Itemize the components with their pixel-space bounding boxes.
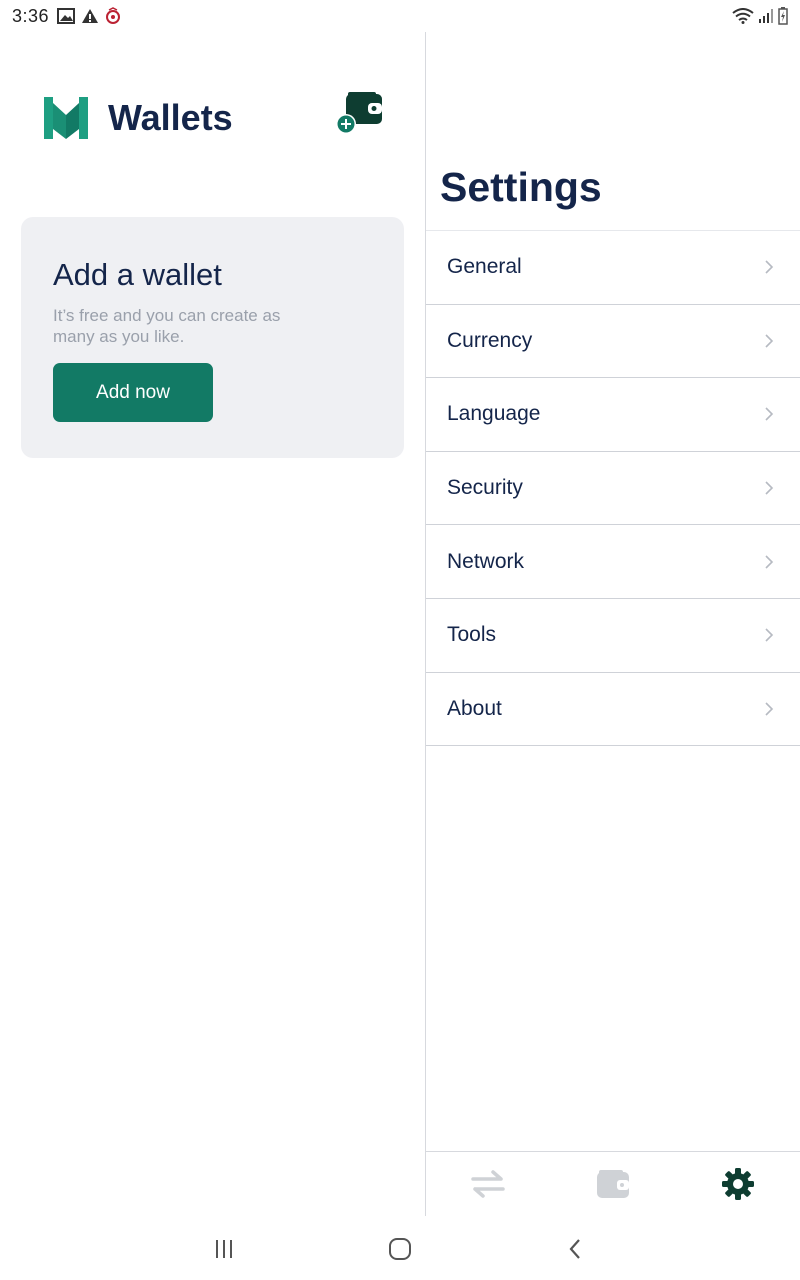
warning-icon	[82, 9, 99, 23]
settings-pane: Settings General Currency Language Secur…	[426, 32, 800, 1216]
wallet-add-icon	[336, 92, 382, 134]
recent-apps-button[interactable]	[209, 1236, 239, 1262]
settings-list: General Currency Language Security Netwo…	[426, 230, 800, 747]
signal-icon	[759, 9, 773, 23]
home-button[interactable]	[385, 1236, 415, 1262]
status-time: 3:36	[12, 5, 50, 26]
status-bar: 3:36	[0, 0, 800, 32]
home-icon	[389, 1238, 411, 1260]
transfer-arrows-icon	[471, 1170, 506, 1198]
back-icon	[569, 1239, 580, 1259]
settings-item-label: General	[447, 255, 522, 279]
gear-icon	[721, 1168, 754, 1200]
page-title: Wallets	[108, 97, 233, 138]
chevron-right-icon	[765, 702, 774, 716]
battery-charging-icon	[778, 7, 788, 25]
image-icon	[57, 8, 76, 24]
settings-item-tools[interactable]: Tools	[426, 599, 800, 673]
settings-item-network[interactable]: Network	[426, 525, 800, 599]
settings-item-security[interactable]: Security	[426, 452, 800, 526]
wallet-icon	[596, 1170, 629, 1198]
settings-item-general[interactable]: General	[426, 231, 800, 305]
settings-item-currency[interactable]: Currency	[426, 305, 800, 379]
add-wallet-button[interactable]	[334, 92, 384, 138]
wallets-header: Wallets	[44, 94, 233, 142]
chevron-right-icon	[765, 628, 774, 642]
recent-apps-icon	[216, 1240, 232, 1258]
tab-settings[interactable]	[708, 1159, 768, 1209]
status-right	[732, 7, 788, 25]
chevron-right-icon	[765, 334, 774, 348]
wifi-icon	[732, 8, 754, 24]
tab-exchange[interactable]	[458, 1159, 518, 1209]
card-title: Add a wallet	[53, 257, 222, 292]
app-notification-icon	[106, 7, 121, 24]
back-button[interactable]	[560, 1236, 590, 1262]
settings-item-label: About	[447, 696, 502, 720]
wallets-pane: Wallets Add a wallet It’s free and you c…	[0, 32, 425, 1216]
settings-title: Settings	[440, 164, 602, 210]
settings-item-label: Security	[447, 476, 523, 500]
chevron-right-icon	[765, 407, 774, 422]
status-left: 3:36	[12, 6, 121, 27]
chevron-right-icon	[765, 481, 774, 495]
settings-item-label: Network	[447, 549, 525, 573]
settings-item-language[interactable]: Language	[426, 378, 800, 452]
chevron-right-icon	[765, 555, 774, 569]
card-subtitle: It’s free and you can create as many as …	[53, 306, 281, 346]
settings-item-label: Language	[447, 402, 541, 426]
settings-item-about[interactable]: About	[426, 673, 800, 747]
settings-item-label: Currency	[447, 328, 533, 352]
tab-wallets[interactable]	[583, 1159, 643, 1209]
add-wallet-card: Add a wallet It’s free and you can creat…	[21, 217, 404, 458]
app-logo-icon	[44, 97, 88, 139]
settings-item-label: Tools	[447, 623, 497, 647]
add-now-button[interactable]: Add now	[53, 363, 213, 422]
chevron-right-icon	[765, 260, 774, 274]
bottom-tab-bar	[426, 1151, 800, 1216]
status-notification-icons	[57, 7, 121, 25]
